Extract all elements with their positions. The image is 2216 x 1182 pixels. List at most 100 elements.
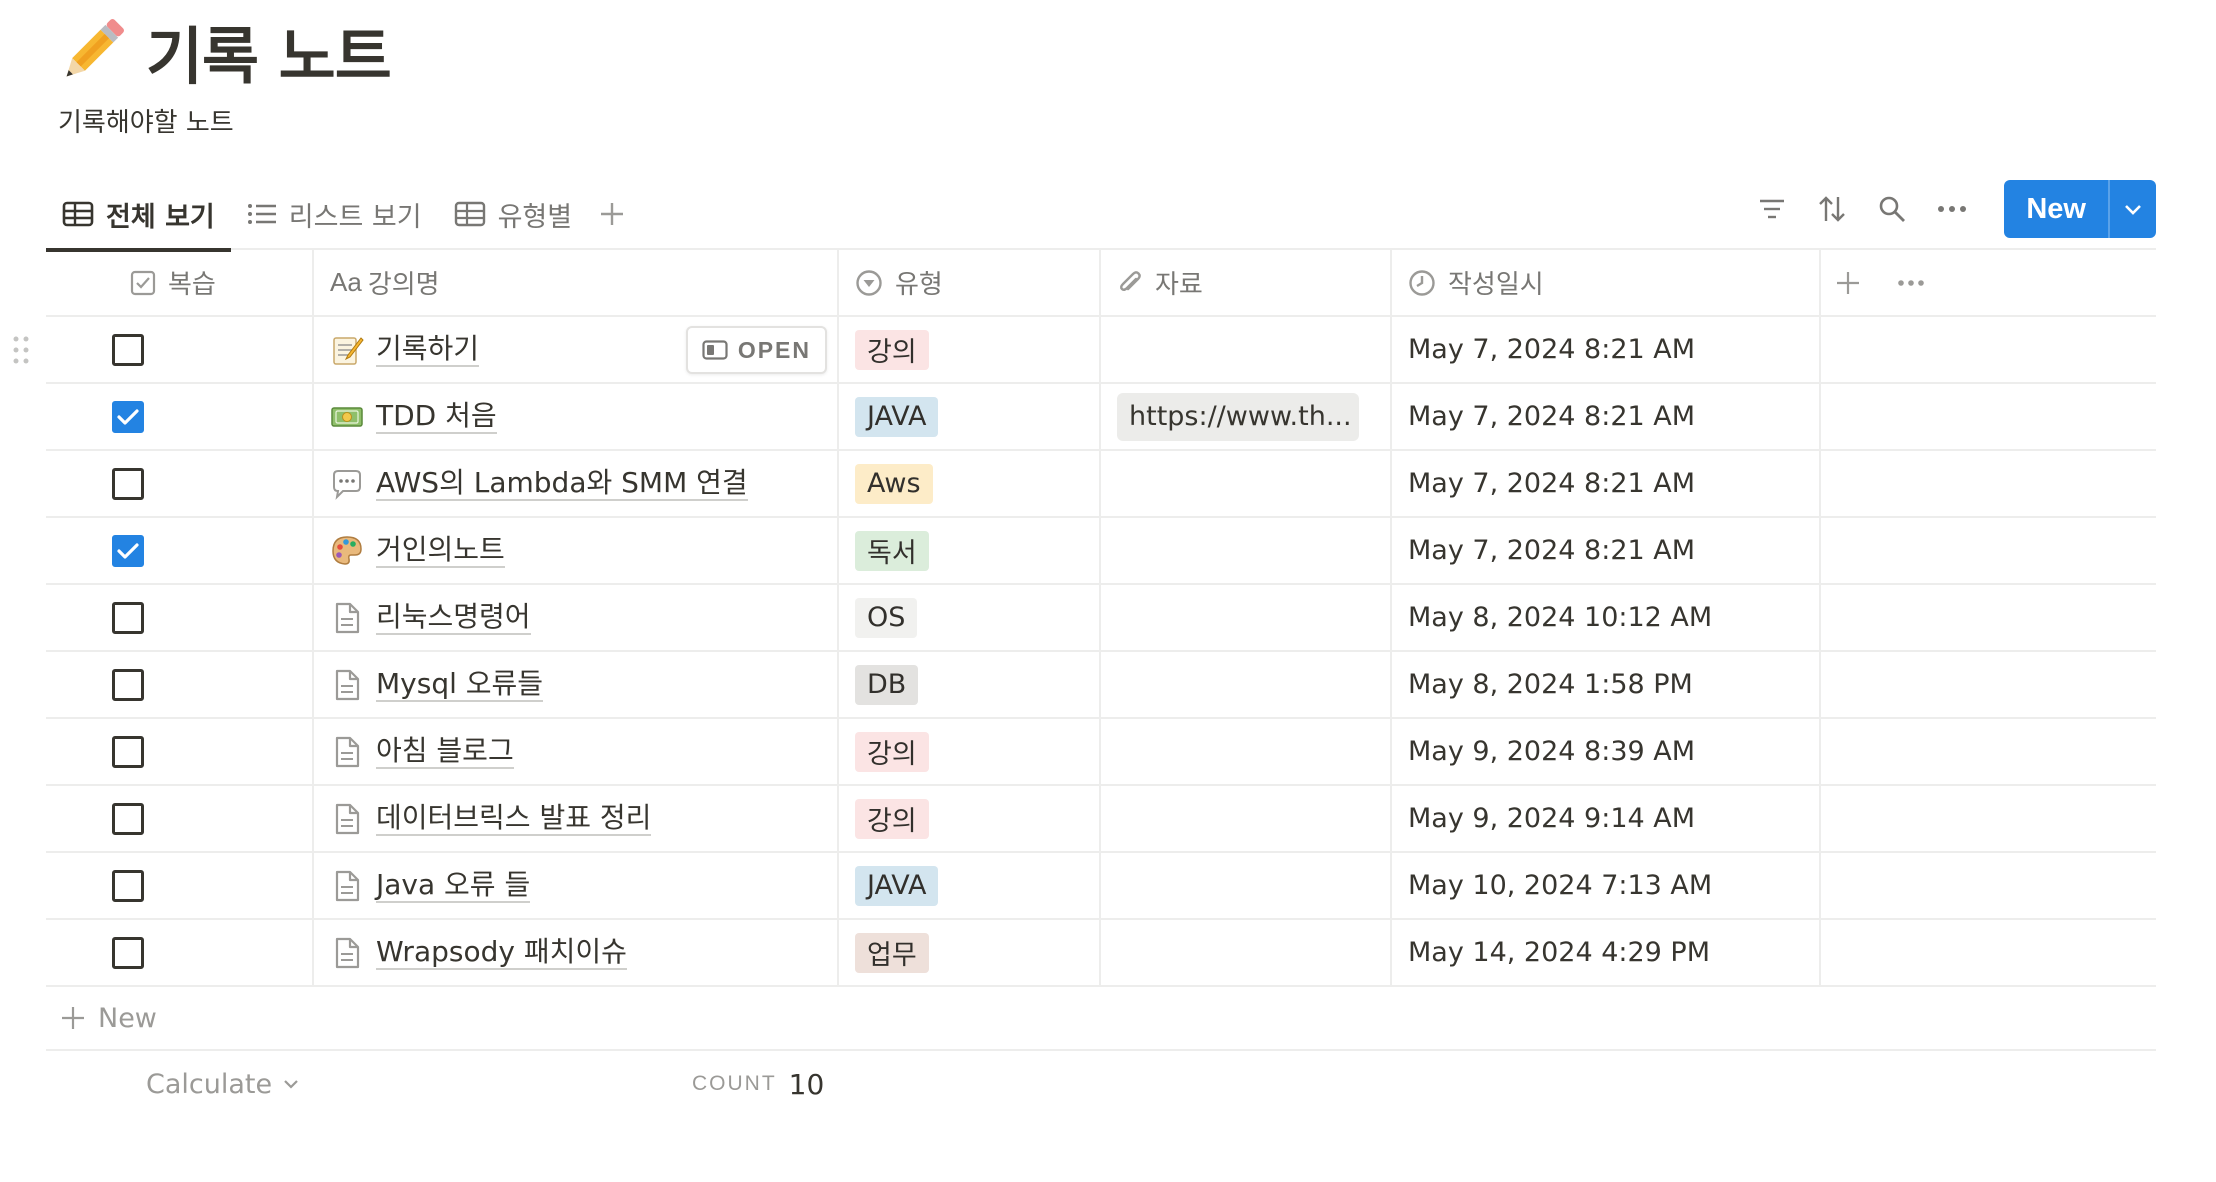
column-more-button[interactable] [1887,253,1947,313]
palette-icon [330,534,364,568]
review-cell [46,719,314,784]
tab-all-view[interactable]: 전체 보기 [46,178,231,252]
search-button[interactable] [1862,180,1922,238]
created-time-cell: May 10, 2024 7:13 AM [1392,853,1821,918]
tab-by-type[interactable]: 유형별 [438,178,589,250]
table-row[interactable]: 기록하기 OPEN 강의 May 7, 2024 8:21 AM [13,317,2156,384]
files-cell[interactable] [1101,451,1392,516]
review-cell [46,451,314,516]
review-checkbox[interactable] [112,534,144,567]
empty-cell [1821,317,2156,382]
files-cell[interactable] [1101,853,1392,918]
new-button[interactable]: New [2004,180,2108,238]
review-checkbox[interactable] [112,400,144,433]
lecture-name-link[interactable]: Wrapsody 패치이슈 [376,935,627,970]
table-row[interactable]: 리눅스명령어 OS May 8, 2024 10:12 AM [46,585,2156,652]
tab-list-view[interactable]: 리스트 보기 [231,178,438,250]
files-cell[interactable] [1101,585,1392,650]
new-dropdown-button[interactable] [2108,180,2156,238]
lecture-name-link[interactable]: Java 오류 들 [376,868,531,903]
lecture-name-link[interactable]: Mysql 오류들 [376,667,544,702]
drag-handle-icon[interactable] [11,334,31,371]
review-checkbox[interactable] [112,802,144,835]
type-cell[interactable]: 강의 [839,786,1101,851]
files-cell[interactable]: https://www.th... [1101,384,1392,449]
empty-cell [1821,719,2156,784]
type-tag: 강의 [855,329,929,370]
review-checkbox[interactable] [112,936,144,969]
review-cell [46,384,314,449]
add-view-button[interactable] [588,178,636,250]
file-link-chip[interactable]: https://www.th... [1117,392,1359,441]
column-header-review[interactable]: 복습 [46,250,314,315]
review-checkbox[interactable] [112,869,144,902]
files-cell[interactable] [1101,317,1392,382]
type-cell[interactable]: 강의 [839,719,1101,784]
count-summary[interactable]: COUNT 10 [692,1051,824,1117]
lecture-name-link[interactable]: 기록하기 [376,332,480,367]
new-row-button[interactable]: New [46,987,2156,1051]
plus-icon [601,203,624,225]
paperclip-icon [1120,270,1141,291]
open-page-button[interactable]: OPEN [685,326,827,374]
more-options-button[interactable] [1922,180,1982,238]
table-row[interactable]: TDD 처음 JAVA https://www.th... May 7, 2024 8… [46,384,2156,451]
review-checkbox[interactable] [112,735,144,768]
table-body: 기록하기 OPEN 강의 May 7, 2024 8:21 AM TDD 처음 JAVA h… [13,317,2156,987]
calculate-button[interactable]: Calculate [146,1051,300,1117]
review-checkbox[interactable] [112,467,144,500]
plus-icon [62,1007,84,1029]
files-cell[interactable] [1101,652,1392,717]
type-cell[interactable]: 독서 [839,518,1101,583]
column-header-type[interactable]: 유형 [839,250,1101,315]
created-time-cell: May 8, 2024 10:12 AM [1392,585,1821,650]
type-tag: 업무 [855,932,929,973]
type-cell[interactable]: JAVA [839,384,1101,449]
lecture-name-link[interactable]: 리눅스명령어 [376,600,531,635]
table-row[interactable]: 거인의노트 독서 May 7, 2024 8:21 AM [46,518,2156,585]
sort-button[interactable] [1802,180,1862,238]
page-title[interactable]: 기록 노트 [146,6,392,96]
lecture-name-link[interactable]: TDD 처음 [376,399,497,434]
files-cell[interactable] [1101,786,1392,851]
files-cell[interactable] [1101,719,1392,784]
table-row[interactable]: AWS의 Lambda와 SMM 연결 Aws May 7, 2024 8:21 A… [46,451,2156,518]
type-tag: DB [855,664,919,705]
lecture-name-link[interactable]: 거인의노트 [376,533,505,568]
type-cell[interactable]: Aws [839,451,1101,516]
review-cell [46,518,314,583]
files-cell[interactable] [1101,920,1392,985]
review-checkbox[interactable] [112,333,144,366]
type-cell[interactable]: JAVA [839,853,1101,918]
add-property-button[interactable] [1821,253,1887,313]
type-cell[interactable]: DB [839,652,1101,717]
open-label: OPEN [737,336,811,363]
pencil-icon[interactable] [52,11,132,91]
files-cell[interactable] [1101,518,1392,583]
filter-button[interactable] [1742,180,1802,238]
table-row[interactable]: Mysql 오류들 DB May 8, 2024 1:58 PM [46,652,2156,719]
type-cell[interactable]: 업무 [839,920,1101,985]
table-row[interactable]: 데이터브릭스 발표 정리 강의 May 9, 2024 9:14 AM [46,786,2156,853]
document-icon [330,601,364,635]
lecture-name-link[interactable]: AWS의 Lambda와 SMM 연결 [376,466,748,501]
view-bar: 전체 보기 리스트 보기 유형별 New [46,178,2156,252]
column-header-created-time[interactable]: 작성일시 [1392,250,1821,315]
review-checkbox[interactable] [112,601,144,634]
lecture-name-link[interactable]: 데이터브릭스 발표 정리 [376,801,652,836]
table-row[interactable]: 아침 블로그 강의 May 9, 2024 8:39 AM [46,719,2156,786]
speech-bubble-icon [330,467,364,501]
type-cell[interactable]: OS [839,585,1101,650]
column-header-lecture-name[interactable]: Aa 강의명 [314,250,839,315]
table-row[interactable]: Wrapsody 패치이슈 업무 May 14, 2024 4:29 PM [46,920,2156,987]
table-row[interactable]: Java 오류 들 JAVA May 10, 2024 7:13 AM [46,853,2156,920]
tab-label: 리스트 보기 [288,201,422,233]
empty-cell [1821,853,2156,918]
empty-cell [1821,786,2156,851]
lecture-name-link[interactable]: 아침 블로그 [376,734,514,769]
page-description[interactable]: 기록해야할 노트 [58,102,391,139]
review-checkbox[interactable] [112,668,144,701]
type-cell[interactable]: 강의 [839,317,1101,382]
column-header-files[interactable]: 자료 [1101,250,1392,315]
document-icon [330,869,364,903]
